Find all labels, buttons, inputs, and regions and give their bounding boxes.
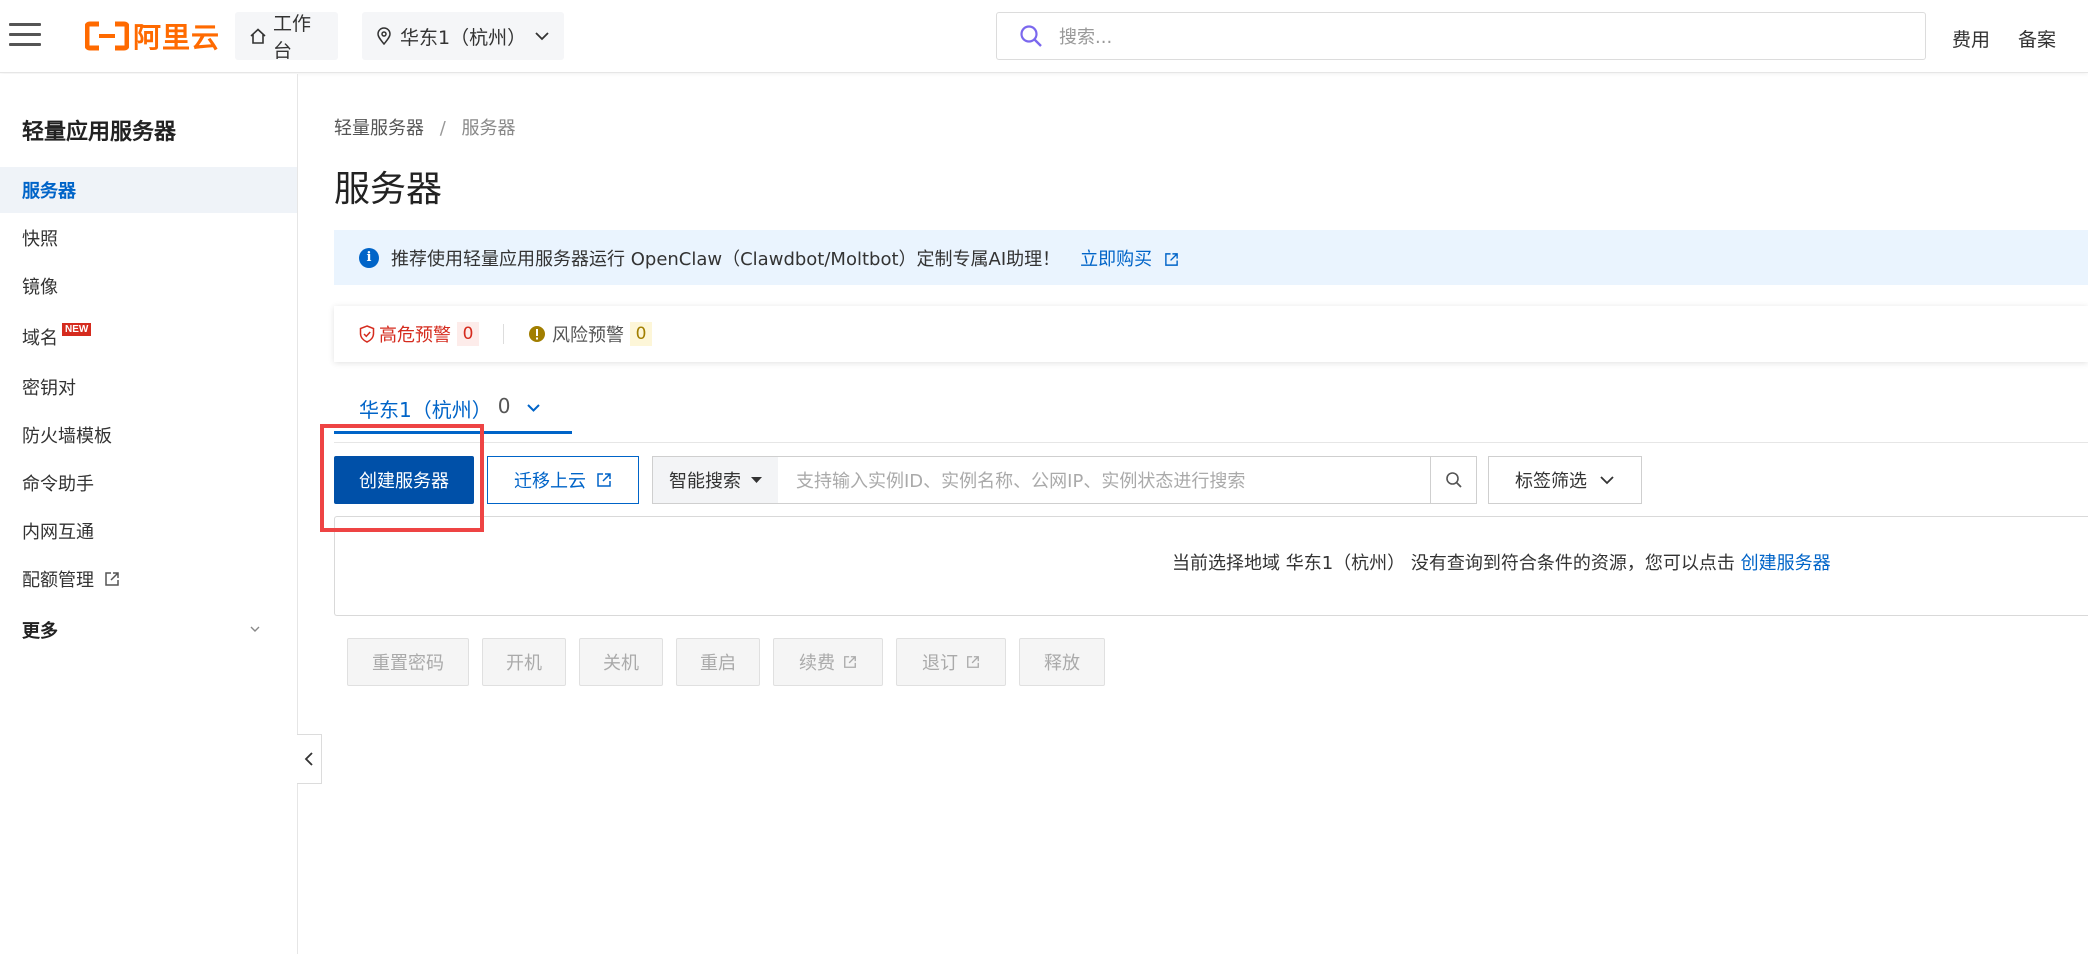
buy-now-label: 立即购买 bbox=[1080, 248, 1153, 270]
sidebar-item-label: 配额管理 bbox=[22, 570, 94, 591]
empty-results-panel: 当前选择地域 华东1（杭州） 没有查询到符合条件的资源，您可以点击 创建服务器 bbox=[334, 516, 2088, 616]
sidebar-item-label: 服务器 bbox=[22, 181, 76, 202]
aliyun-logo[interactable]: 阿里云 bbox=[85, 18, 220, 54]
power-off-button[interactable]: 关机 bbox=[579, 638, 663, 686]
sidebar-item-label: 快照 bbox=[22, 229, 58, 250]
fees-link[interactable]: 费用 bbox=[1952, 25, 1990, 52]
sidebar-item-label: 密钥对 bbox=[22, 378, 76, 399]
empty-message: 当前选择地域 华东1（杭州） 没有查询到符合条件的资源，您可以点击 创建服务器 bbox=[1172, 549, 1831, 575]
workbench-label: 工作台 bbox=[273, 13, 312, 62]
promo-notice: i 推荐使用轻量应用服务器运行 OpenClaw（Clawdbot/Moltbo… bbox=[334, 230, 2088, 285]
location-pin-icon bbox=[376, 27, 392, 45]
high-risk-alert[interactable]: 高危预警 0 bbox=[359, 321, 479, 347]
search-mode-label: 智能搜索 bbox=[669, 471, 741, 492]
sidebar-item-command-assistant[interactable]: 命令助手 bbox=[0, 460, 297, 506]
empty-message-text: 当前选择地域 华东1（杭州） 没有查询到符合条件的资源，您可以点击 bbox=[1172, 553, 1735, 574]
create-server-link[interactable]: 创建服务器 bbox=[1741, 553, 1831, 574]
instance-search-input[interactable]: 支持输入实例ID、实例名称、公网IP、实例状态进行搜索 bbox=[778, 467, 1430, 493]
risk-label: 风险预警 bbox=[552, 325, 624, 346]
high-risk-count: 0 bbox=[457, 322, 479, 346]
sidebar-item-firewall-templates[interactable]: 防火墙模板 bbox=[0, 412, 297, 458]
tag-filter-dropdown[interactable]: 标签筛选 bbox=[1488, 456, 1642, 504]
top-navigation-bar: 阿里云 工作台 华东1（杭州） 搜索... 费用 备案 bbox=[0, 0, 2088, 73]
search-mode-select[interactable]: 智能搜索 bbox=[653, 457, 778, 503]
chevron-down-icon bbox=[534, 31, 550, 41]
sidebar-item-quota[interactable]: 配额管理 bbox=[0, 556, 297, 602]
global-search-input[interactable]: 搜索... bbox=[996, 12, 1926, 60]
sidebar-item-domains[interactable]: 域名 NEW bbox=[0, 314, 297, 360]
breadcrumb: 轻量服务器 / 服务器 bbox=[334, 114, 516, 140]
alert-summary-bar: 高危预警 0 风险预警 0 bbox=[334, 306, 2088, 362]
external-link-icon bbox=[1165, 252, 1178, 266]
logo-mark-icon bbox=[85, 21, 129, 51]
sidebar-collapse-button[interactable] bbox=[297, 734, 322, 784]
sidebar-title: 轻量应用服务器 bbox=[22, 120, 177, 145]
tag-filter-label: 标签筛选 bbox=[1515, 471, 1587, 492]
renew-label: 续费 bbox=[799, 653, 835, 674]
buy-now-link[interactable]: 立即购买 bbox=[1080, 245, 1179, 271]
power-on-button[interactable]: 开机 bbox=[482, 638, 566, 686]
restart-button[interactable]: 重启 bbox=[676, 638, 760, 686]
alert-divider bbox=[503, 324, 504, 344]
workbench-button[interactable]: 工作台 bbox=[235, 12, 338, 62]
search-icon bbox=[1019, 24, 1043, 48]
caret-down-icon bbox=[751, 477, 762, 483]
sidebar-item-servers[interactable]: 服务器 bbox=[0, 167, 297, 213]
high-risk-label: 高危预警 bbox=[379, 325, 451, 346]
notice-text: 推荐使用轻量应用服务器运行 OpenClaw（Clawdbot/Moltbot）… bbox=[391, 248, 1061, 270]
region-selector[interactable]: 华东1（杭州） bbox=[362, 12, 564, 60]
release-button[interactable]: 释放 bbox=[1019, 638, 1105, 686]
external-link-icon bbox=[844, 656, 856, 668]
tab-bar-divider bbox=[334, 442, 2088, 443]
sidebar-item-label: 防火墙模板 bbox=[22, 426, 112, 447]
sidebar-item-label: 域名 bbox=[22, 328, 58, 349]
sidebar-item-intranet[interactable]: 内网互通 bbox=[0, 508, 297, 554]
create-button-highlight bbox=[320, 424, 484, 532]
filing-link[interactable]: 备案 bbox=[2018, 25, 2056, 52]
chevron-left-icon bbox=[304, 751, 314, 767]
warning-icon bbox=[529, 326, 545, 342]
sidebar-item-label: 镜像 bbox=[22, 277, 58, 298]
search-icon bbox=[1445, 472, 1462, 488]
external-link-icon bbox=[104, 571, 120, 587]
instance-search-group: 智能搜索 支持输入实例ID、实例名称、公网IP、实例状态进行搜索 bbox=[652, 456, 1477, 504]
search-placeholder: 搜索... bbox=[1059, 27, 1113, 48]
external-link-icon bbox=[967, 656, 979, 668]
sidebar-item-label: 命令助手 bbox=[22, 474, 94, 495]
region-tab-label: 华东1（杭州） bbox=[359, 398, 492, 422]
sidebar-item-images[interactable]: 镜像 bbox=[0, 263, 297, 309]
chevron-down-icon bbox=[250, 626, 260, 633]
risk-count: 0 bbox=[630, 322, 652, 346]
breadcrumb-item-servers: 服务器 bbox=[461, 118, 516, 139]
breadcrumb-item-lightweight-servers[interactable]: 轻量服务器 bbox=[334, 118, 424, 139]
chevron-down-icon bbox=[1600, 476, 1614, 485]
new-badge: NEW bbox=[62, 322, 92, 336]
sidebar-more-toggle[interactable]: 更多 bbox=[0, 607, 297, 653]
unsubscribe-button[interactable]: 退订 bbox=[896, 638, 1006, 686]
renew-button[interactable]: 续费 bbox=[773, 638, 883, 686]
reset-password-button[interactable]: 重置密码 bbox=[347, 638, 469, 686]
bulk-action-bar: 重置密码 开机 关机 重启 续费 退订 释放 bbox=[347, 638, 1105, 686]
shield-icon bbox=[359, 325, 375, 343]
sidebar-more-label: 更多 bbox=[22, 621, 58, 642]
migrate-to-cloud-button[interactable]: 迁移上云 bbox=[487, 456, 639, 504]
logo-text: 阿里云 bbox=[133, 21, 221, 54]
page-title: 服务器 bbox=[334, 169, 443, 210]
chevron-down-icon bbox=[526, 403, 541, 413]
info-icon: i bbox=[359, 247, 379, 268]
risk-alert[interactable]: 风险预警 0 bbox=[528, 321, 652, 347]
menu-icon[interactable] bbox=[9, 21, 41, 49]
region-label: 华东1（杭州） bbox=[400, 26, 527, 49]
sidebar-item-label: 内网互通 bbox=[22, 522, 94, 543]
sidebar-item-keypairs[interactable]: 密钥对 bbox=[0, 364, 297, 410]
breadcrumb-separator: / bbox=[439, 118, 446, 139]
sidebar-item-snapshots[interactable]: 快照 bbox=[0, 215, 297, 261]
external-link-icon bbox=[597, 473, 611, 487]
region-tab-count: 0 bbox=[497, 394, 511, 418]
unsubscribe-label: 退订 bbox=[922, 653, 958, 674]
search-submit-button[interactable] bbox=[1430, 457, 1476, 503]
migrate-label: 迁移上云 bbox=[514, 471, 586, 492]
sidebar: 轻量应用服务器 服务器 快照 镜像 域名 NEW 密钥对 防火墙模板 命令助手 … bbox=[0, 74, 298, 954]
home-icon bbox=[249, 27, 267, 45]
